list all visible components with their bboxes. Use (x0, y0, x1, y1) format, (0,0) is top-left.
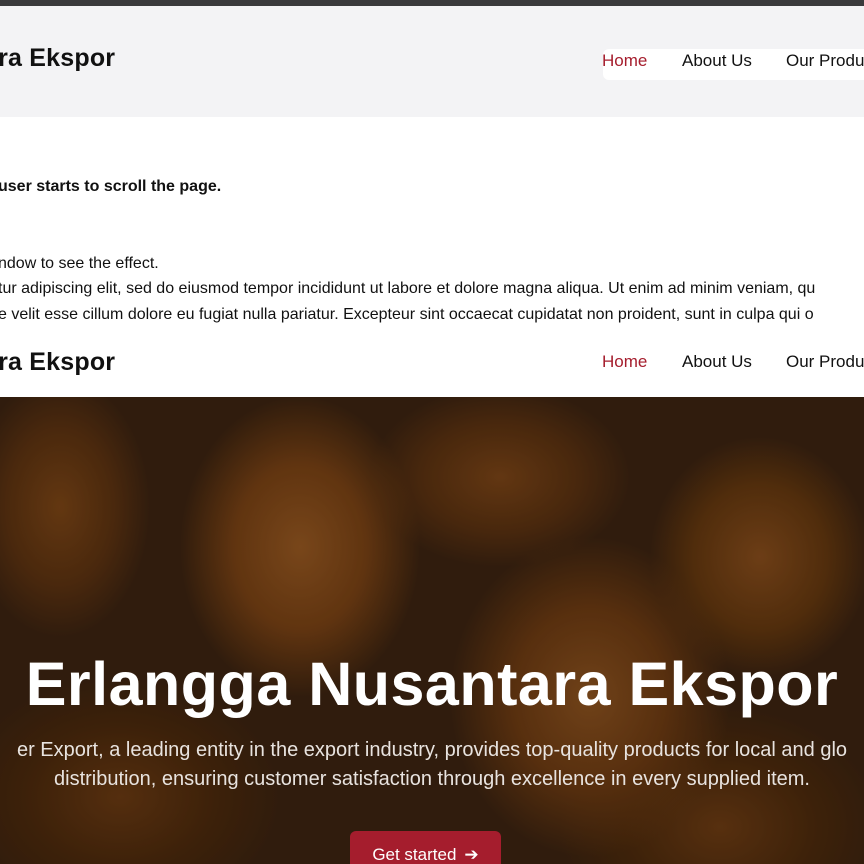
sticky-header: ntara Ekspor Home About Us Our Produc (0, 327, 864, 397)
get-started-button[interactable]: Get started ➔ (350, 831, 501, 864)
content-line-3: e velit esse cillum dolore eu fugiat nul… (0, 306, 814, 323)
page-content: user starts to scroll the page. ndow to … (0, 117, 864, 341)
sticky-nav-our-products[interactable]: Our Produc (786, 352, 864, 372)
arrow-right-icon: ➔ (464, 845, 479, 864)
intro-bold-text: user starts to scroll the page. (0, 178, 222, 195)
hero-description-line-2: distribution, ensuring customer satisfac… (54, 768, 810, 790)
hero-title: Erlangga Nusantara Ekspor (25, 650, 839, 718)
site-brand[interactable]: ntara Ekspor (0, 44, 115, 73)
get-started-label: Get started (372, 845, 457, 864)
nav-our-products[interactable]: Our Produc (786, 51, 864, 71)
sticky-nav-home[interactable]: Home (602, 352, 647, 372)
sticky-brand[interactable]: ntara Ekspor (0, 348, 115, 377)
nav-home[interactable]: Home (602, 51, 647, 71)
content-line-1: ndow to see the effect. (0, 255, 159, 272)
hero-section: Erlangga Nusantara Ekspor er Export, a l… (0, 397, 864, 864)
nav-about-us[interactable]: About Us (682, 51, 752, 71)
content-line-2: tur adipiscing elit, sed do eiusmod temp… (0, 280, 816, 297)
sticky-nav-about-us[interactable]: About Us (682, 352, 752, 372)
site-header: ntara Ekspor Home About Us Our Produc (0, 6, 864, 117)
hero-description-line-1: er Export, a leading entity in the expor… (16, 739, 848, 761)
